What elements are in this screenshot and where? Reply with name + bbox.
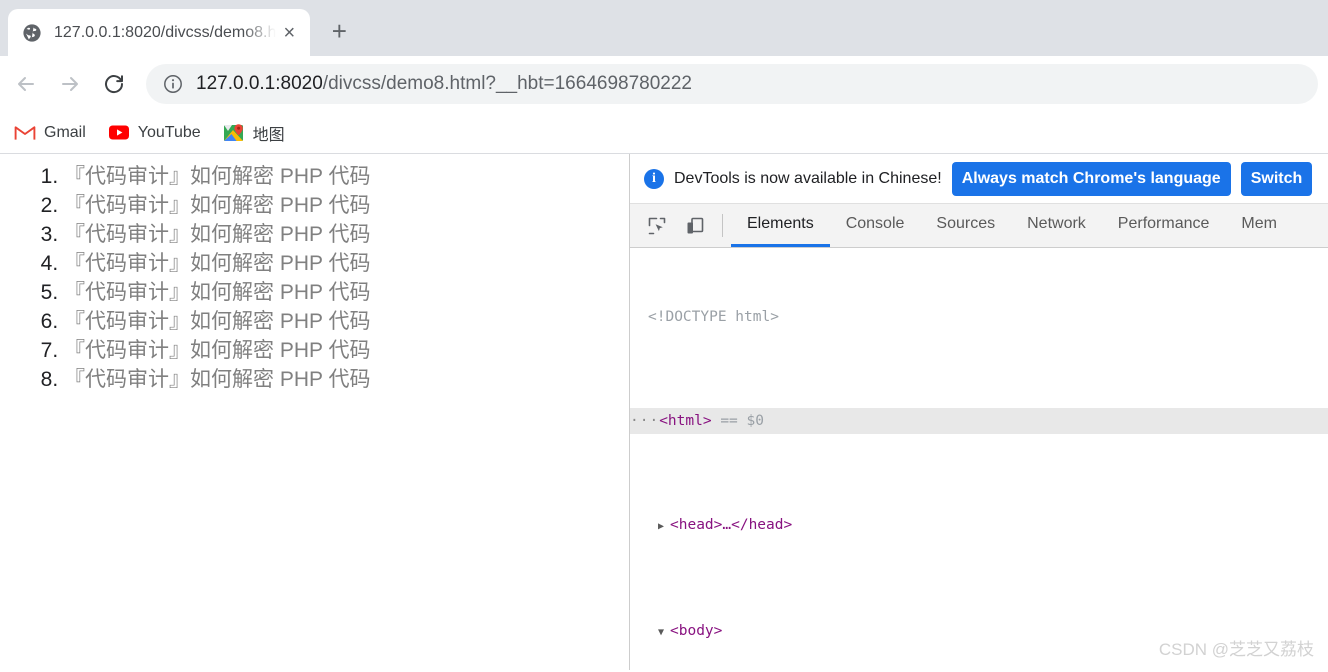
devtools-tab-bar: Elements Console Sources Network Perform… bbox=[630, 204, 1328, 248]
list-item: 『代码审计』如何解密 PHP 代码 bbox=[64, 365, 629, 394]
devtools-language-banner: i DevTools is now available in Chinese! … bbox=[630, 154, 1328, 204]
tab-performance[interactable]: Performance bbox=[1102, 204, 1226, 247]
tab-title: 127.0.0.1:8020/divcss/demo8.h bbox=[54, 23, 277, 41]
list-item-link[interactable]: 『代码审计』如何解密 PHP 代码 bbox=[64, 165, 370, 188]
chevron-down-icon[interactable]: ▼ bbox=[658, 620, 670, 646]
address-bar[interactable]: 127.0.0.1:8020/divcss/demo8.html?__hbt=1… bbox=[146, 64, 1318, 104]
tab-memory[interactable]: Mem bbox=[1225, 204, 1293, 247]
chevron-right-icon[interactable]: ▶ bbox=[658, 514, 670, 540]
url-path: /divcss/demo8.html?__hbt=1664698780222 bbox=[322, 73, 692, 94]
page-content: 『代码审计』如何解密 PHP 代码 『代码审计』如何解密 PHP 代码 『代码审… bbox=[0, 154, 630, 670]
demo-ordered-list: 『代码审计』如何解密 PHP 代码 『代码审计』如何解密 PHP 代码 『代码审… bbox=[0, 162, 629, 394]
browser-window: 127.0.0.1:8020/divcss/demo8.h × + 127.0.… bbox=[0, 0, 1328, 672]
device-toolbar-button[interactable] bbox=[679, 204, 711, 247]
info-circle-icon[interactable] bbox=[162, 73, 184, 95]
tab-sources[interactable]: Sources bbox=[920, 204, 1011, 247]
tab-strip-area: 127.0.0.1:8020/divcss/demo8.h × + bbox=[0, 0, 1328, 56]
reload-icon bbox=[105, 75, 124, 94]
html-tag: <html> bbox=[659, 413, 712, 429]
list-item-link[interactable]: 『代码审计』如何解密 PHP 代码 bbox=[64, 339, 370, 362]
selected-ref: == $0 bbox=[720, 413, 764, 429]
bookmark-gmail[interactable]: Gmail bbox=[10, 118, 96, 148]
list-item: 『代码审计』如何解密 PHP 代码 bbox=[64, 162, 629, 191]
forward-button[interactable] bbox=[48, 62, 92, 106]
dom-node-head[interactable]: ▶ <head>…</head> bbox=[630, 512, 1328, 540]
gmail-icon bbox=[14, 122, 36, 144]
list-item: 『代码审计』如何解密 PHP 代码 bbox=[64, 249, 629, 278]
globe-icon bbox=[22, 23, 42, 43]
tab-network[interactable]: Network bbox=[1011, 204, 1102, 247]
google-maps-icon bbox=[223, 122, 245, 144]
doctype-text: <!DOCTYPE html> bbox=[648, 309, 779, 325]
viewport: 『代码审计』如何解密 PHP 代码 『代码审计』如何解密 PHP 代码 『代码审… bbox=[0, 154, 1328, 670]
bookmark-label: Gmail bbox=[44, 123, 86, 141]
banner-message: DevTools is now available in Chinese! bbox=[674, 169, 942, 187]
arrow-left-icon bbox=[18, 77, 34, 91]
list-item-link[interactable]: 『代码审计』如何解密 PHP 代码 bbox=[64, 281, 370, 304]
reload-button[interactable] bbox=[92, 62, 136, 106]
list-item-link[interactable]: 『代码审计』如何解密 PHP 代码 bbox=[64, 368, 370, 391]
expand-dots[interactable]: ··· bbox=[630, 413, 659, 429]
youtube-icon bbox=[108, 122, 130, 144]
bookmark-maps[interactable]: 地图 bbox=[219, 117, 295, 149]
list-item: 『代码审计』如何解密 PHP 代码 bbox=[64, 191, 629, 220]
list-item: 『代码审计』如何解密 PHP 代码 bbox=[64, 278, 629, 307]
browser-tab[interactable]: 127.0.0.1:8020/divcss/demo8.h × bbox=[8, 9, 311, 56]
toolbar-divider bbox=[722, 214, 723, 237]
list-item-link[interactable]: 『代码审计』如何解密 PHP 代码 bbox=[64, 310, 370, 333]
new-tab-button[interactable]: + bbox=[322, 14, 356, 48]
devtools-panel: i DevTools is now available in Chinese! … bbox=[630, 154, 1328, 670]
url-host: 127.0.0.1:8020 bbox=[196, 73, 323, 94]
bookmark-label: YouTube bbox=[137, 123, 201, 141]
inspect-element-button[interactable] bbox=[641, 204, 673, 247]
back-button[interactable] bbox=[4, 62, 48, 106]
bookmarks-bar: Gmail YouTube 地图 bbox=[0, 112, 1328, 154]
dom-tree[interactable]: <!DOCTYPE html> ···<html> == $0 ▶ <head>…… bbox=[630, 248, 1328, 670]
bookmark-label: 地图 bbox=[252, 126, 285, 144]
list-item: 『代码审计』如何解密 PHP 代码 bbox=[64, 307, 629, 336]
dom-node-doctype: <!DOCTYPE html> bbox=[630, 304, 1328, 330]
tab-close-icon[interactable]: × bbox=[276, 20, 302, 46]
dom-node-html[interactable]: ···<html> == $0 bbox=[630, 408, 1328, 434]
list-item: 『代码审计』如何解密 PHP 代码 bbox=[64, 336, 629, 365]
list-item: 『代码审计』如何解密 PHP 代码 bbox=[64, 220, 629, 249]
tab-strip: 127.0.0.1:8020/divcss/demo8.h × + bbox=[0, 0, 1328, 56]
inspect-element-icon bbox=[648, 217, 666, 234]
head-tag: <head>…</head> bbox=[670, 517, 793, 533]
list-item-link[interactable]: 『代码审计』如何解密 PHP 代码 bbox=[64, 223, 370, 246]
body-tag: <body> bbox=[670, 623, 723, 639]
info-icon: i bbox=[644, 168, 664, 189]
address-bar-text: 127.0.0.1:8020/divcss/demo8.html?__hbt=1… bbox=[196, 73, 692, 95]
bookmark-youtube[interactable]: YouTube bbox=[104, 118, 211, 148]
device-toolbar-icon bbox=[687, 217, 704, 233]
tab-elements[interactable]: Elements bbox=[731, 204, 830, 247]
arrow-right-icon bbox=[62, 77, 78, 91]
tab-console[interactable]: Console bbox=[830, 204, 921, 247]
always-match-language-button[interactable]: Always match Chrome's language bbox=[951, 161, 1231, 196]
browser-toolbar: 127.0.0.1:8020/divcss/demo8.html?__hbt=1… bbox=[0, 56, 1328, 112]
list-item-link[interactable]: 『代码审计』如何解密 PHP 代码 bbox=[64, 252, 370, 275]
list-item-link[interactable]: 『代码审计』如何解密 PHP 代码 bbox=[64, 194, 370, 217]
dom-node-body[interactable]: ▼ <body> bbox=[630, 618, 1328, 646]
switch-language-button[interactable]: Switch bbox=[1240, 161, 1313, 196]
